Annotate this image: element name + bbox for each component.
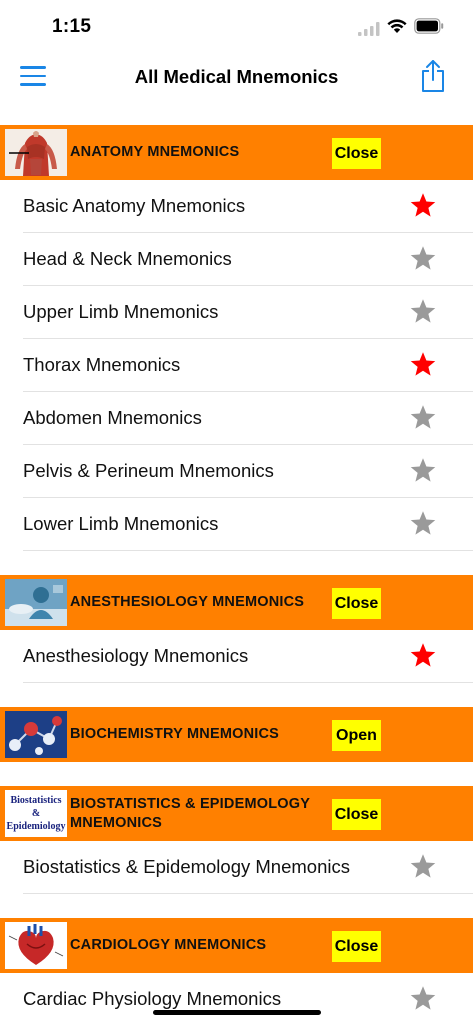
- navigation-bar: All Medical Mnemonics: [0, 52, 473, 102]
- biostatistics-thumbnail: Biostatistics & Epidemiology: [5, 790, 67, 837]
- list-item[interactable]: Biostatistics & Epidemology Mnemonics: [23, 841, 473, 894]
- list-item[interactable]: Upper Limb Mnemonics: [23, 286, 473, 339]
- list-item[interactable]: Lower Limb Mnemonics: [23, 498, 473, 551]
- list-item[interactable]: Basic Anatomy Mnemonics: [23, 180, 473, 233]
- section-biochemistry: BIOCHEMISTRY MNEMONICS Open: [0, 707, 473, 762]
- list-item[interactable]: Pelvis & Perineum Mnemonics: [23, 445, 473, 498]
- favorite-star-icon[interactable]: [409, 457, 437, 484]
- section-header[interactable]: ANATOMY MNEMONICS Close: [0, 125, 473, 180]
- section-header[interactable]: CARDIOLOGY MNEMONICS Close: [0, 918, 473, 973]
- favorite-star-icon[interactable]: [409, 245, 437, 272]
- section-title: BIOSTATISTICS & EPIDEMOLOGY MNEMONICS: [70, 795, 310, 831]
- list-item-label: Biostatistics & Epidemology Mnemonics: [23, 856, 350, 877]
- favorite-star-icon[interactable]: [409, 510, 437, 537]
- section-title: ANATOMY MNEMONICS: [70, 144, 240, 160]
- wifi-icon: [387, 19, 407, 33]
- anatomy-thumbnail: [5, 129, 67, 176]
- close-section-button[interactable]: Close: [332, 138, 381, 169]
- screen: 1:15 All Medical Mnemonics ANATOMY MNEMO…: [0, 0, 473, 1024]
- section-header[interactable]: ANESTHESIOLOGY MNEMONICS Close: [0, 575, 473, 630]
- favorite-star-icon[interactable]: [409, 642, 437, 669]
- list-item-label: Lower Limb Mnemonics: [23, 513, 219, 534]
- section-biostatistics: Biostatistics & Epidemiology BIOSTATISTI…: [0, 786, 473, 894]
- list-item[interactable]: Cardiac Physiology Mnemonics: [23, 973, 473, 1024]
- section-title: ANESTHESIOLOGY MNEMONICS: [70, 594, 305, 610]
- favorite-star-icon[interactable]: [409, 985, 437, 1012]
- status-time: 1:15: [52, 16, 92, 37]
- list-item[interactable]: Thorax Mnemonics: [23, 339, 473, 392]
- battery-icon: [414, 18, 444, 34]
- list-item[interactable]: Anesthesiology Mnemonics: [23, 630, 473, 683]
- close-section-button[interactable]: Close: [332, 931, 381, 962]
- status-bar: 1:15: [0, 0, 473, 52]
- anesthesiology-thumbnail: [5, 579, 67, 626]
- section-title: CARDIOLOGY MNEMONICS: [70, 937, 267, 953]
- favorite-star-icon[interactable]: [409, 298, 437, 325]
- page-title: All Medical Mnemonics: [134, 66, 339, 87]
- thumbnail-text: Biostatistics & Epidemiology: [6, 795, 66, 832]
- favorite-star-icon[interactable]: [409, 351, 437, 378]
- list-item-label: Thorax Mnemonics: [23, 354, 181, 375]
- close-section-button[interactable]: Close: [332, 799, 381, 830]
- list-item-label: Upper Limb Mnemonics: [23, 301, 219, 322]
- list-item-label: Basic Anatomy Mnemonics: [23, 195, 246, 216]
- mnemonics-list: ANATOMY MNEMONICS Close Basic Anatomy Mn…: [0, 125, 473, 1024]
- section-anesthesiology: ANESTHESIOLOGY MNEMONICS Close Anesthesi…: [0, 575, 473, 683]
- section-title: BIOCHEMISTRY MNEMONICS: [70, 726, 280, 742]
- favorite-star-icon[interactable]: [409, 853, 437, 880]
- section-anatomy: ANATOMY MNEMONICS Close Basic Anatomy Mn…: [0, 125, 473, 551]
- list-item-label: Anesthesiology Mnemonics: [23, 645, 249, 666]
- section-cardiology: CARDIOLOGY MNEMONICS Close Cardiac Physi…: [0, 918, 473, 1024]
- list-item[interactable]: Head & Neck Mnemonics: [23, 233, 473, 286]
- cellular-signal-icon: [358, 22, 380, 36]
- section-header[interactable]: BIOCHEMISTRY MNEMONICS Open: [0, 707, 473, 762]
- close-section-button[interactable]: Close: [332, 588, 381, 619]
- favorite-star-icon[interactable]: [409, 192, 437, 219]
- section-header[interactable]: Biostatistics & Epidemiology BIOSTATISTI…: [0, 786, 473, 841]
- list-item[interactable]: Abdomen Mnemonics: [23, 392, 473, 445]
- open-section-button[interactable]: Open: [332, 720, 381, 751]
- list-item-label: Abdomen Mnemonics: [23, 407, 202, 428]
- cardiology-thumbnail: [5, 922, 67, 969]
- list-item-label: Cardiac Physiology Mnemonics: [23, 988, 282, 1009]
- list-item-label: Pelvis & Perineum Mnemonics: [23, 460, 274, 481]
- list-item-label: Head & Neck Mnemonics: [23, 248, 232, 269]
- share-icon[interactable]: [420, 59, 446, 93]
- biochemistry-thumbnail: [5, 711, 67, 758]
- home-indicator[interactable]: [153, 1010, 321, 1015]
- favorite-star-icon[interactable]: [409, 404, 437, 431]
